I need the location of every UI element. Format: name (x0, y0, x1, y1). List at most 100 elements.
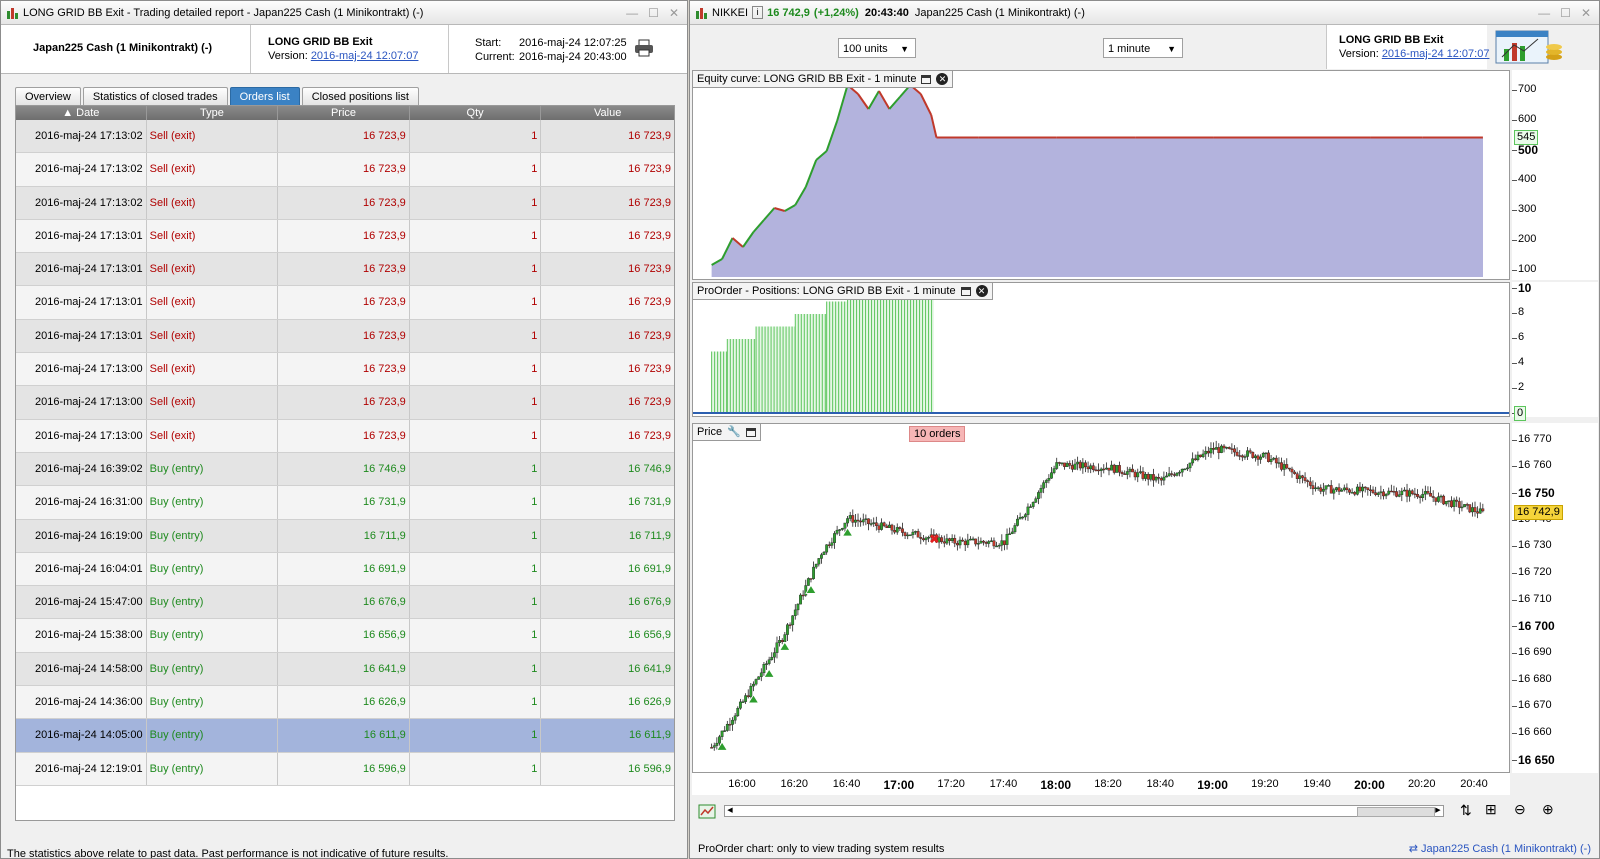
table-row[interactable]: 2016-maj-24 17:13:01 Sell (exit) 16 723,9 1… (16, 253, 674, 287)
candle-body (969, 538, 972, 541)
y-tick-label: 16 730 (1518, 539, 1552, 552)
y-tick-label: 16 700 (1518, 619, 1555, 634)
y-tick-label: 16 720 (1518, 566, 1552, 578)
table-row[interactable]: 2016-maj-24 17:13:00 Sell (exit) 16 723,9 1… (16, 353, 674, 387)
candle-body (1183, 468, 1187, 471)
table-row[interactable]: 2016-maj-24 16:31:00 Buy (entry) 16 731,9 1… (16, 486, 674, 520)
y-tick-label: 16 650 (1518, 752, 1555, 767)
buy-arrow-icon (716, 741, 728, 751)
version-link[interactable]: 2016-maj-24 12:07:07 (1382, 48, 1490, 60)
table-row[interactable]: 2016-maj-24 17:13:00 Sell (exit) 16 723,9 1… (16, 419, 674, 453)
close-icon[interactable]: ✕ (1581, 6, 1591, 20)
order-price: 16 723,9 (278, 386, 410, 419)
table-row[interactable]: 2016-maj-24 17:13:02 Sell (exit) 16 723,9 1… (16, 153, 674, 187)
close-icon[interactable]: ✕ (936, 73, 949, 85)
candle-body (1426, 491, 1430, 494)
chart-settings-icon[interactable] (698, 802, 716, 820)
y-tick-label: 16 750 (1518, 486, 1555, 500)
candle-body (1138, 471, 1142, 473)
wrench-icon[interactable]: 🔧 (727, 424, 741, 440)
order-price: 16 723,9 (278, 253, 410, 286)
interval-select[interactable]: 1 minute ▼ (1103, 38, 1183, 58)
order-value: 16 656,9 (628, 629, 671, 642)
candle-body (1280, 462, 1283, 470)
auto-scale-icon[interactable]: ⇅ (1460, 802, 1472, 819)
order-date: 2016-maj-24 17:13:00 (16, 419, 147, 452)
table-row[interactable]: 2016-maj-24 17:13:01 Sell (exit) 16 723,9 1… (16, 319, 674, 354)
order-type: Sell (exit) (147, 186, 279, 219)
minimize-icon[interactable]: — (1538, 6, 1550, 20)
close-icon[interactable]: ✕ (975, 285, 988, 297)
candle-body (1264, 452, 1268, 455)
chevron-down-icon: ▼ (1167, 44, 1176, 54)
candle-body (772, 652, 776, 658)
chart-titlebar: NIKKEI i 16 742,9 (+1,24%) 20:43:40 Japa… (690, 1, 1599, 25)
table-row[interactable]: 2016-maj-24 17:13:02 Sell (exit) 16 723,9 1… (16, 186, 674, 220)
candle-body (987, 541, 991, 544)
horizontal-scrollbar[interactable]: ◀ ▶ (724, 805, 1444, 817)
col-date[interactable]: ▲ Date (16, 106, 147, 120)
table-row[interactable]: 2016-maj-24 16:39:02 Buy (entry) 16 746,9 1… (16, 452, 674, 487)
price-panel: Price 🔧 10 orders ✖ (692, 423, 1510, 773)
order-value: 16 746,9 (628, 462, 671, 475)
candle-body (1178, 471, 1181, 474)
zoom-in-icon[interactable]: ⊕ (1542, 801, 1554, 818)
report-icon[interactable] (1494, 27, 1564, 67)
scroll-right-icon[interactable]: ▶ (1433, 806, 1443, 816)
x-tick-label: 16:40 (832, 778, 861, 790)
table-row[interactable]: 2016-maj-24 16:04:01 Buy (entry) 16 691,9 1… (16, 552, 674, 587)
table-row[interactable]: 2016-maj-24 17:13:00 Sell (exit) 16 723,9 1… (16, 386, 674, 420)
order-type: Sell (exit) (147, 219, 279, 253)
candle-body (770, 656, 774, 660)
candle-body (715, 742, 719, 746)
candle-body (1358, 486, 1362, 492)
table-row[interactable]: 2016-maj-24 17:13:01 Sell (exit) 16 723,9 1… (16, 219, 674, 254)
status-instrument-link[interactable]: ⇄ Japan225 Cash (1 Minikontrakt) (-) (1409, 840, 1591, 858)
version-link[interactable]: 2016-maj-24 12:07:07 (311, 50, 419, 62)
units-select[interactable]: 100 units ▼ (838, 38, 916, 58)
orders-badge[interactable]: 10 orders (909, 426, 966, 442)
tab-statistics[interactable]: Statistics of closed trades (82, 87, 228, 106)
table-row[interactable]: 2016-maj-24 16:19:00 Buy (entry) 16 711,9 1… (16, 519, 674, 553)
table-row[interactable]: 2016-maj-24 14:58:00 Buy (entry) 16 641,9 1… (16, 652, 674, 687)
zoom-out-icon[interactable]: ⊖ (1514, 801, 1526, 818)
tab-closed-positions[interactable]: Closed positions list (301, 87, 419, 106)
table-row[interactable]: 2016-maj-24 17:13:01 Sell (exit) 16 723,9 1… (16, 286, 674, 320)
col-type[interactable]: Type (147, 106, 279, 120)
table-row[interactable]: 2016-maj-24 14:05:00 Buy (entry) 16 611,9 1… (16, 719, 674, 753)
window-icon[interactable] (745, 427, 756, 437)
table-row[interactable]: 2016-maj-24 15:38:00 Buy (entry) 16 656,9 1… (16, 619, 674, 653)
maximize-icon[interactable]: ☐ (648, 6, 659, 20)
tab-overview[interactable]: Overview (15, 87, 81, 106)
y-tick (1512, 180, 1517, 181)
candle-body (864, 518, 868, 520)
y-tick (1512, 210, 1517, 211)
close-icon[interactable]: ✕ (669, 6, 679, 20)
table-row[interactable]: 2016-maj-24 15:47:00 Buy (entry) 16 676,9 1… (16, 586, 674, 620)
table-row[interactable]: 2016-maj-24 12:19:01 Buy (entry) 16 596,9 1… (16, 752, 674, 786)
y-tick (1512, 653, 1517, 654)
scroll-left-icon[interactable]: ◀ (725, 806, 735, 816)
print-icon[interactable] (634, 39, 654, 57)
info-icon[interactable]: i (752, 6, 764, 19)
maximize-icon[interactable]: ☐ (1560, 6, 1571, 20)
order-qty: 1 (410, 452, 542, 486)
scrollbar-thumb[interactable] (1357, 807, 1435, 817)
col-value[interactable]: Value (541, 106, 674, 120)
window-icon[interactable] (921, 74, 932, 84)
zoom-fit-icon[interactable]: ⊞ (1485, 801, 1497, 818)
candle-body (1282, 464, 1286, 470)
order-type: Sell (exit) (147, 153, 279, 186)
order-price: 16 746,9 (278, 452, 410, 486)
table-row[interactable]: 2016-maj-24 14:36:00 Buy (entry) 16 626,9 1… (16, 686, 674, 720)
tab-orders-list[interactable]: Orders list (229, 87, 300, 106)
minimize-icon[interactable]: — (626, 6, 638, 20)
col-price[interactable]: Price (278, 106, 410, 120)
candle-body (1104, 467, 1108, 470)
x-tick-label: 18:20 (1094, 778, 1122, 790)
candle-body (895, 527, 899, 533)
positions-chart (693, 289, 1509, 414)
col-qty[interactable]: Qty (410, 106, 542, 120)
table-row[interactable]: 2016-maj-24 17:13:02 Sell (exit) 16 723,9 1… (16, 120, 674, 154)
window-icon[interactable] (960, 286, 971, 296)
